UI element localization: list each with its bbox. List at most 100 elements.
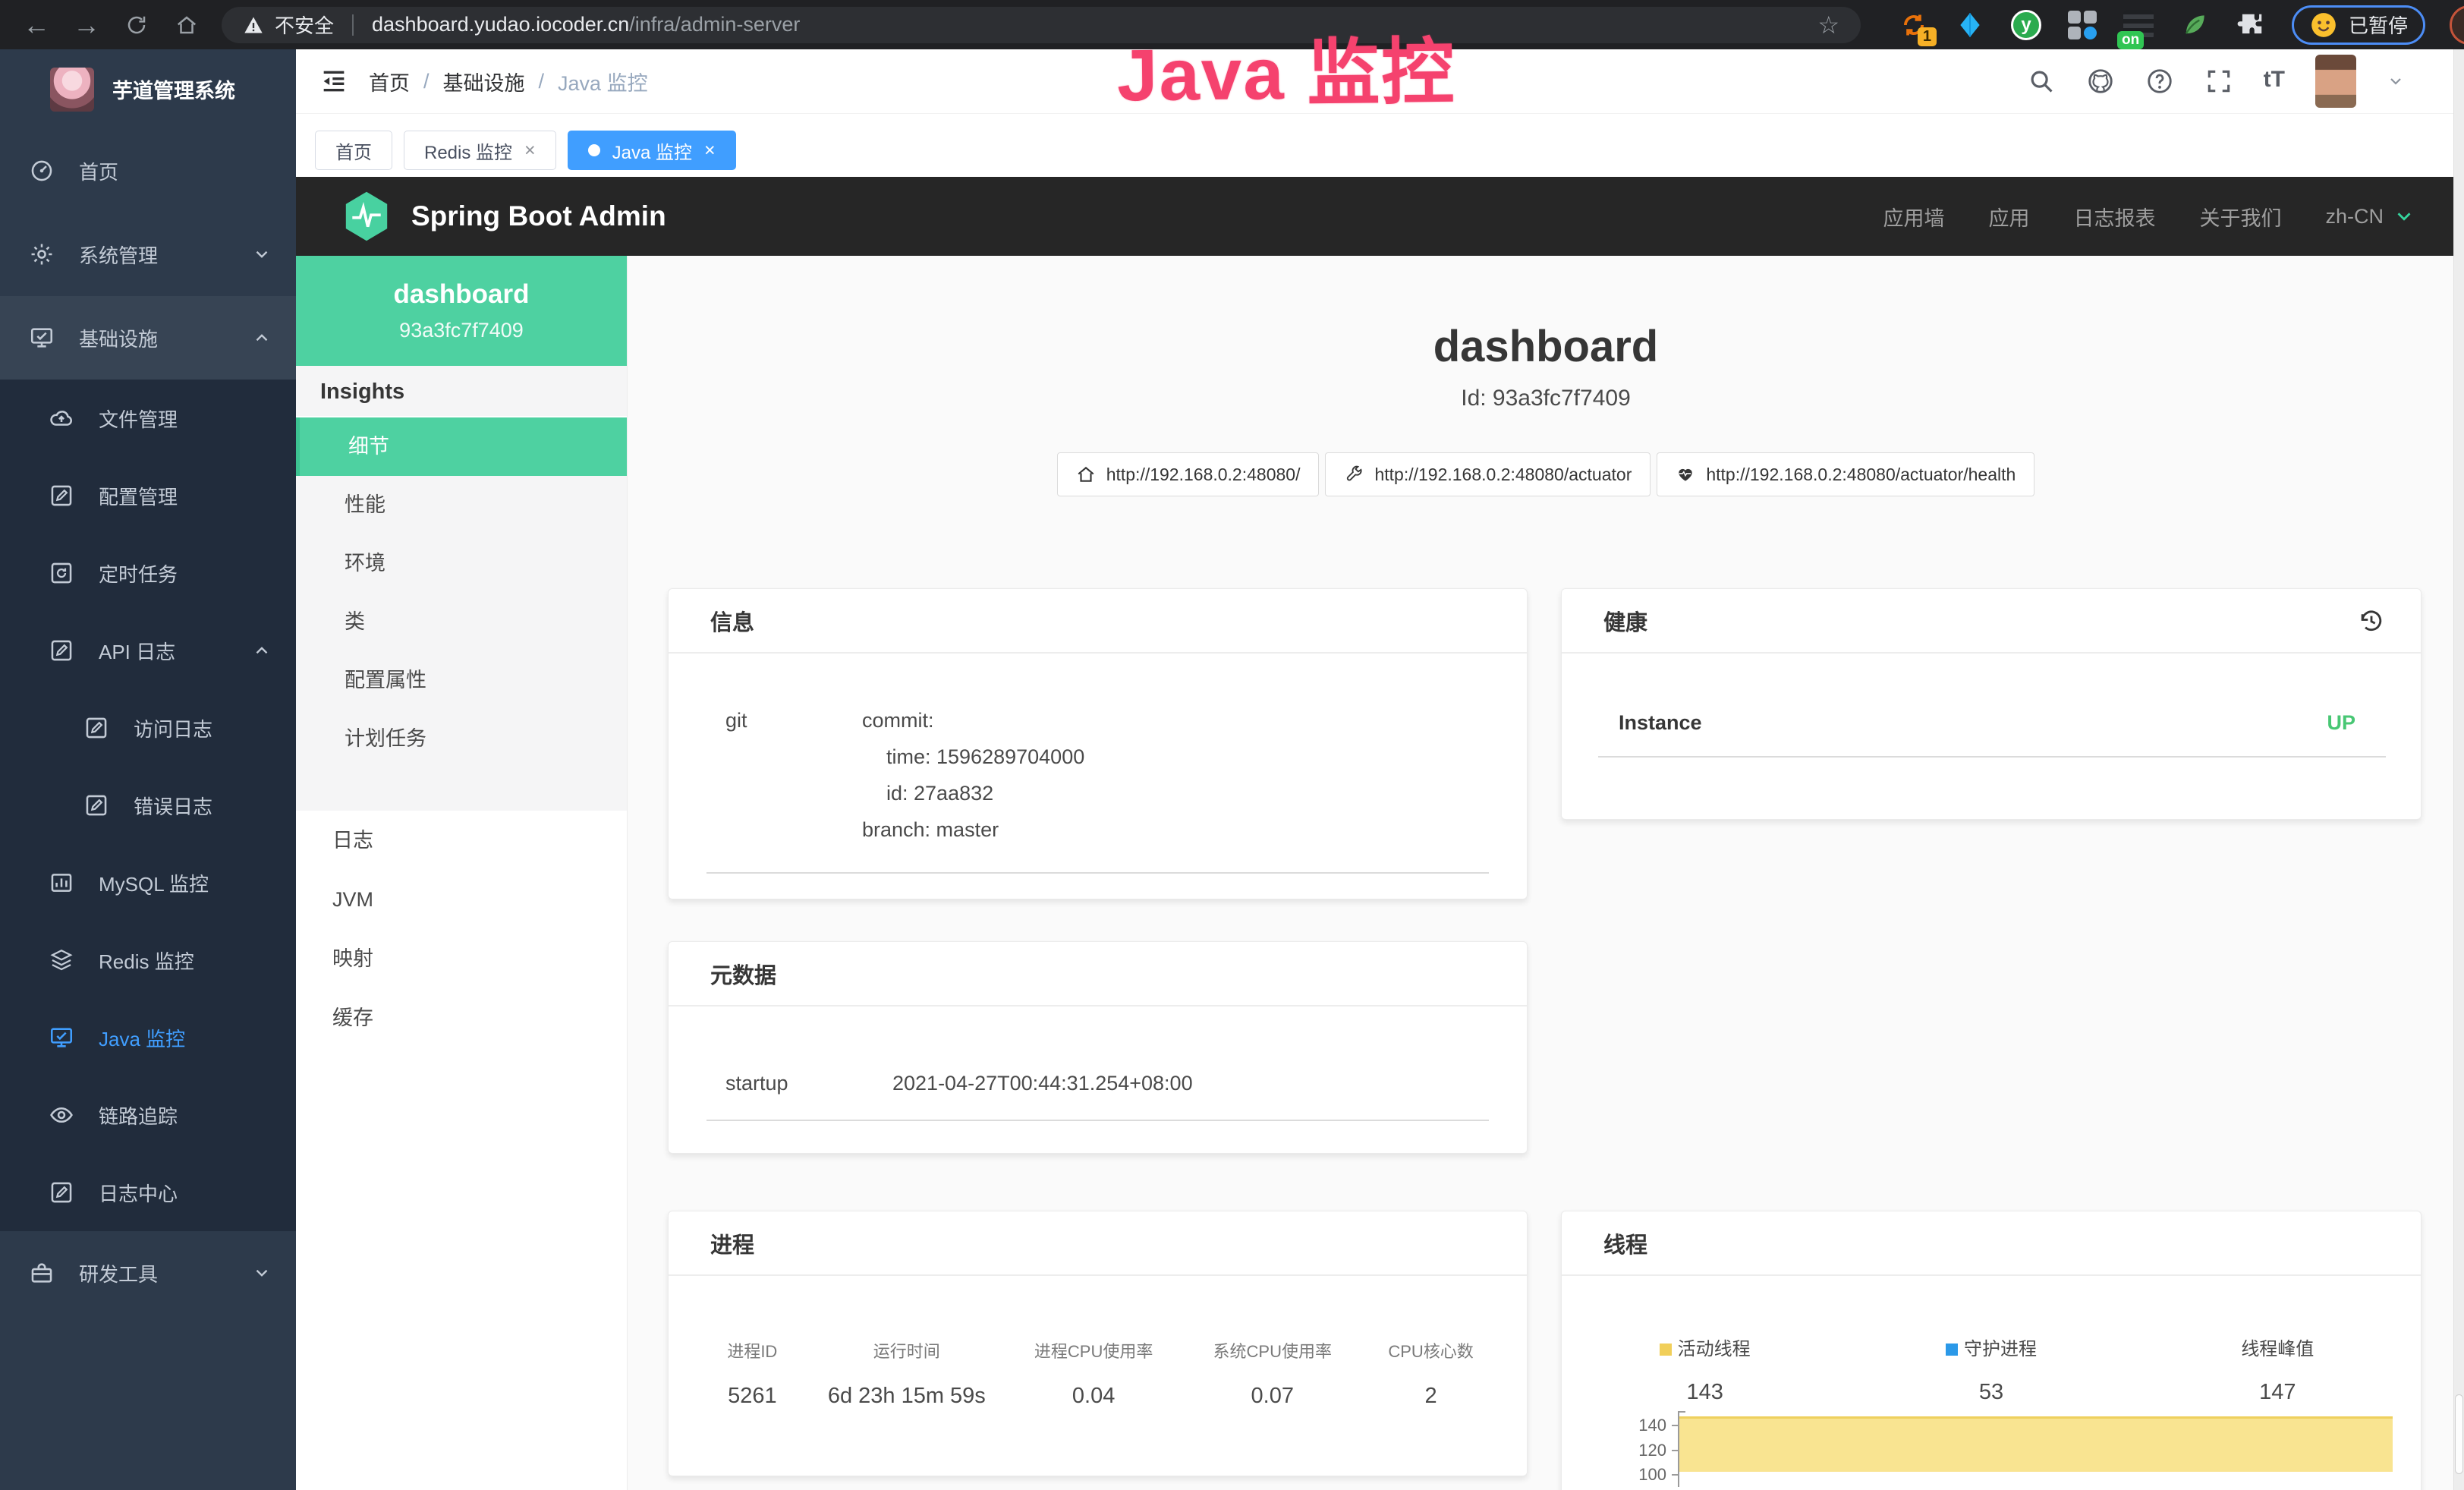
avatar-caret-down-icon[interactable] (2387, 72, 2405, 90)
scrollbar[interactable] (2453, 49, 2464, 1490)
process-col-header: 进程ID (691, 1338, 813, 1362)
browser-back-icon[interactable]: ← (12, 5, 61, 46)
sba-nav-journal[interactable]: 日志报表 (2073, 202, 2155, 232)
divider (706, 1120, 1489, 1121)
sidebar-item-config-management[interactable]: 配置管理 (0, 457, 296, 534)
sba-side-item-caches[interactable]: 缓存 (296, 988, 627, 1047)
tab-home[interactable]: 首页 (315, 131, 392, 170)
tab-redis-monitor[interactable]: Redis 监控× (404, 131, 556, 170)
home-icon (1076, 465, 1096, 484)
sidebar-item-redis-monitor[interactable]: Redis 监控 (0, 921, 296, 999)
security-warning-icon[interactable] (243, 14, 264, 36)
edit-icon (83, 715, 109, 741)
instance-actuator-link[interactable]: http://192.168.0.2:48080/actuator (1325, 452, 1651, 496)
git-id-line: id: 27aa832 (862, 775, 1084, 811)
sba-main: dashboard Id: 93a3fc7f7409 http://192.16… (628, 256, 2464, 1490)
sba-language-select[interactable]: zh-CN (2325, 205, 2415, 228)
sba-side-item-logs[interactable]: 日志 (296, 811, 627, 870)
sba-nav-applications[interactable]: 应用 (1988, 202, 2029, 232)
security-label[interactable]: 不安全 (275, 11, 334, 39)
sidebar-item-error-logs[interactable]: 错误日志 (0, 767, 296, 844)
card-health: 健康 Instance UP (1561, 588, 2422, 820)
sba-nav-about[interactable]: 关于我们 (2199, 202, 2281, 232)
browser-reload-icon[interactable] (112, 5, 161, 46)
sidebar-item-file-management[interactable]: 文件管理 (0, 380, 296, 457)
sidebar-item-access-logs[interactable]: 访问日志 (0, 689, 296, 767)
switch-extension-icon[interactable]: on (2122, 8, 2155, 42)
legend-peak-label: 线程峰值 (2241, 1339, 2314, 1359)
monitor-icon (29, 325, 55, 351)
search-icon[interactable] (2027, 67, 2056, 96)
sba-brand[interactable]: Spring Boot Admin (343, 191, 666, 242)
fullscreen-icon[interactable] (2204, 67, 2233, 96)
breadcrumb-infrastructure[interactable]: 基础设施 (443, 67, 525, 96)
sba-side-item-classes[interactable]: 类 (296, 593, 627, 651)
git-time-line: time: 1596289704000 (862, 739, 1084, 775)
app-logo-row[interactable]: 芋道管理系统 (0, 49, 296, 129)
tab-label: Java 监控 (612, 137, 692, 164)
tab-java-monitor[interactable]: Java 监控 × (568, 131, 736, 170)
page-url[interactable]: dashboard.yudao.iocoder.cn/infra/admin-s… (372, 13, 800, 36)
sba-side-item-scheduled[interactable]: 计划任务 (296, 710, 627, 768)
sidebar-item-label: MySQL 监控 (99, 869, 209, 897)
breadcrumb-separator: / (539, 70, 545, 93)
browser-forward-icon[interactable]: → (62, 5, 111, 46)
extensions-row: 1 y on (1897, 8, 2267, 42)
metadata-startup-row: startup 2021-04-27T00:44:31.254+08:00 (669, 1006, 1527, 1095)
sba-instance-header[interactable]: dashboard 93a3fc7f7409 (296, 256, 627, 366)
history-icon[interactable] (2357, 606, 2386, 635)
instance-home-link[interactable]: http://192.168.0.2:48080/ (1057, 452, 1320, 496)
instance-health-link[interactable]: http://192.168.0.2:48080/actuator/health (1657, 452, 2034, 496)
help-icon[interactable] (2145, 67, 2174, 96)
url-path: /infra/admin-server (629, 13, 800, 36)
sidebar-item-api-logs[interactable]: API 日志 (0, 612, 296, 689)
health-instance-row: Instance UP (1562, 711, 2421, 735)
heart-pulse-icon (1676, 465, 1695, 484)
scrollbar-thumb[interactable] (2455, 1394, 2463, 1474)
card-title: 元数据 (710, 958, 776, 990)
sidebar-item-infrastructure[interactable]: 基础设施 (0, 296, 296, 380)
card-process: 进程 进程ID5261 运行时间6d 23h 15m 59s 进程CPU使用率0… (668, 1211, 1528, 1476)
sba-side-item-details[interactable]: 细节 (296, 417, 627, 476)
sidebar-item-java-monitor[interactable]: Java 监控 (0, 999, 296, 1076)
sba-side-item-metrics[interactable]: 性能 (296, 476, 627, 534)
process-col-header: 系统CPU使用率 (1187, 1338, 1358, 1362)
sba-side-item-jvm[interactable]: JVM (296, 870, 627, 929)
browser-profile-chip[interactable]: 已暂停 (2292, 5, 2425, 45)
tab-close-icon[interactable]: × (704, 140, 716, 162)
sidebar-item-label: API 日志 (99, 637, 175, 665)
github-icon[interactable] (2086, 67, 2115, 96)
breadcrumb-home[interactable]: 首页 (369, 67, 410, 96)
font-size-icon[interactable]: tT (2264, 67, 2285, 96)
sba-side-item-environment[interactable]: 环境 (296, 534, 627, 593)
sba-side-item-mappings[interactable]: 映射 (296, 929, 627, 988)
grid-extension-icon[interactable] (2066, 8, 2099, 42)
user-avatar[interactable] (2315, 55, 2356, 108)
legend-daemon-value: 53 (1848, 1380, 2134, 1405)
address-bar[interactable]: 不安全 dashboard.yudao.iocoder.cn/infra/adm… (222, 7, 1861, 43)
sba-side-item-config-props[interactable]: 配置属性 (296, 651, 627, 710)
y-extension-icon[interactable]: y (2009, 8, 2043, 42)
collapse-sidebar-icon[interactable] (319, 66, 349, 96)
sidebar-item-home[interactable]: 首页 (0, 129, 296, 213)
browser-update-button[interactable]: 更新 ⋮ (2450, 5, 2464, 45)
sba-nav-wallboard[interactable]: 应用墙 (1883, 202, 1944, 232)
pin-extension-icon[interactable] (1953, 8, 1987, 42)
spring-boot-admin-frame: Spring Boot Admin 应用墙 应用 日志报表 关于我们 zh-CN… (296, 177, 2464, 1490)
sync-extension-icon[interactable]: 1 (1897, 8, 1931, 42)
sidebar-item-dev-tools[interactable]: 研发工具 (0, 1231, 296, 1315)
sba-hexagon-logo-icon (343, 191, 390, 242)
sidebar-item-scheduled-tasks[interactable]: 定时任务 (0, 534, 296, 612)
sidebar-item-log-center[interactable]: 日志中心 (0, 1154, 296, 1231)
sidebar-item-mysql-monitor[interactable]: MySQL 监控 (0, 844, 296, 921)
sidebar-item-label: Redis 监控 (99, 947, 194, 975)
sidebar-item-tracing[interactable]: 链路追踪 (0, 1076, 296, 1154)
browser-home-icon[interactable] (162, 5, 211, 46)
sidebar-item-system[interactable]: 系统管理 (0, 213, 296, 296)
process-col-header: 进程CPU使用率 (1000, 1338, 1187, 1362)
chart-box-icon (49, 870, 74, 896)
bookmark-star-icon[interactable]: ☆ (1817, 11, 1839, 39)
tab-close-icon[interactable]: × (524, 140, 536, 162)
puzzle-extensions-icon[interactable] (2234, 8, 2267, 42)
leaf-extension-icon[interactable] (2178, 8, 2211, 42)
